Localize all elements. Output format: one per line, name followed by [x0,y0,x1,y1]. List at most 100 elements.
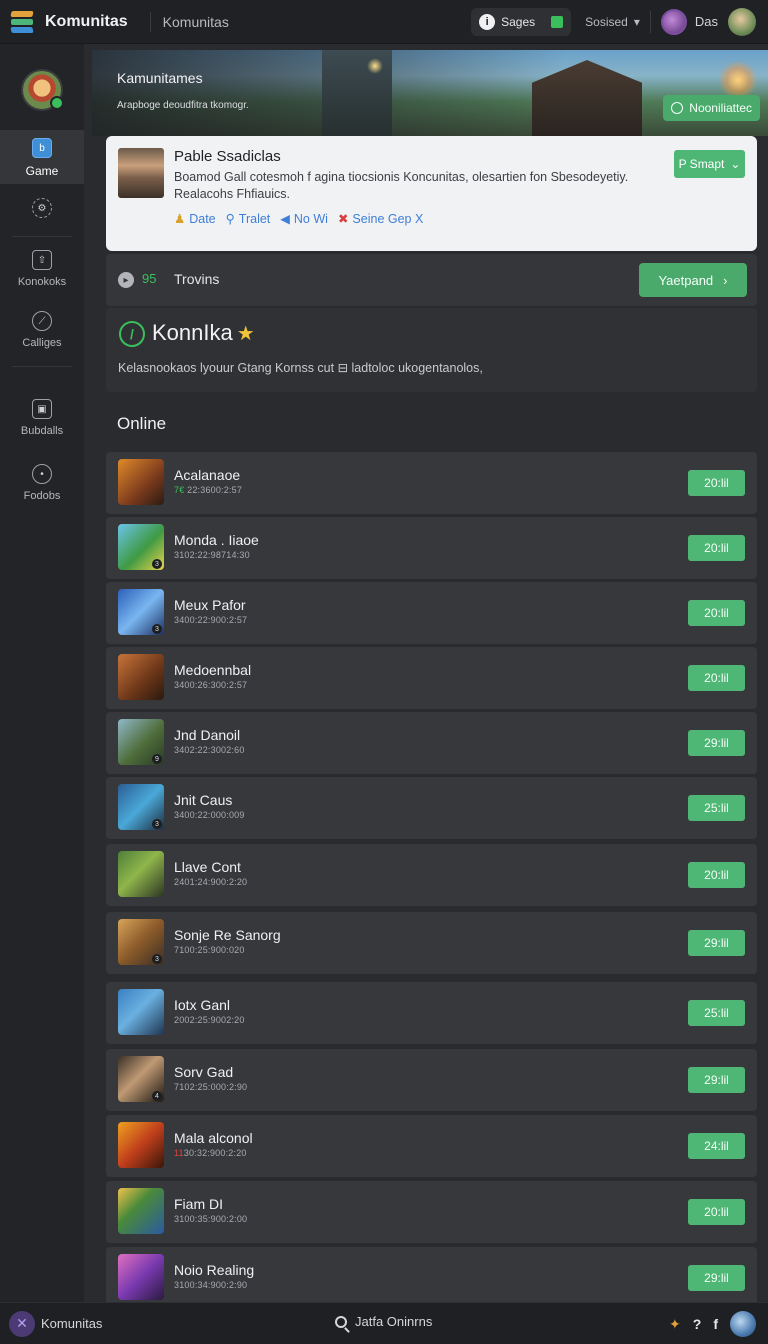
user-avatar[interactable] [660,8,687,35]
game-thumbnail [118,989,164,1035]
trovins-count: 95 [142,271,157,286]
card-link-nowi[interactable]: ◀ No Wi [280,211,328,227]
game-thumbnail [118,654,164,700]
sidebar-item-calliges[interactable]: ⟋ Calliges [0,311,84,349]
circle-icon [671,102,684,114]
list-item[interactable]: Medoennbal 3400:26:300:2:57 20:lil [106,647,757,709]
list-item[interactable]: Noio Realing 3100:34:900:2:90 29:lil [106,1247,757,1302]
bottom-title[interactable]: Komunitas [41,1316,102,1331]
konnika-title-text: KonnIka [152,320,233,345]
check-circle-icon: / [119,321,145,347]
star-icon: ★ [236,323,255,345]
game-thumbnail [118,1122,164,1168]
divider [12,366,72,367]
list-item-button[interactable]: 20:lil [688,470,745,496]
help-icon[interactable]: ? [693,1316,702,1332]
facebook-icon[interactable]: f [713,1316,718,1332]
link-label: Date [189,211,216,226]
list-item-meta: 3402:22:3002:60 [174,745,245,755]
list-item-button[interactable]: 20:lil [688,535,745,561]
list-item[interactable]: Iotx Ganl 2002:25:9002:20 25:lil [106,982,757,1044]
upload-icon: ⇧ [32,250,52,270]
compass-icon: ⟋ [32,311,52,331]
list-item-button[interactable]: 20:lil [688,665,745,691]
list-item[interactable]: Fiam DI 3100:35:900:2:00 20:lil [106,1181,757,1243]
list-item-meta: 3102:22:98714:30 [174,550,250,560]
list-item[interactable]: Acalanaoe 7€ 22:3600:2:57 20:lil [106,452,757,514]
bottom-avatar[interactable] [730,1311,756,1337]
list-item[interactable]: 3 Sonje Re Sanorg 7100:25:900:020 29:lil [106,912,757,974]
card-link-date[interactable]: ♟ Date [174,211,216,227]
card-dropdown-button[interactable]: P Smapt ⌄ [674,150,745,178]
chevron-right-icon: › [723,272,728,288]
sages-label: Sages [501,14,536,29]
link-label: Seine Gep X [352,211,424,226]
sidebar-item-konokoks[interactable]: ⇧ Konokoks [0,250,84,288]
sidebar-item-settings[interactable]: ⚙ [0,198,84,218]
list-item-meta: 2002:25:9002:20 [174,1015,245,1025]
konnika-panel: / KonnIka ★ Kelasnookaos lyouur Gtang Kor… [106,308,757,392]
list-item[interactable]: 3 Jnit Caus 3400:22:000:009 25:lil [106,777,757,839]
list-item-button[interactable]: 24:lil [688,1133,745,1159]
divider [149,11,151,32]
card-link-seine[interactable]: ✖ Seine Gep X [338,211,424,227]
app-logo-icon[interactable] [10,10,34,33]
list-item-name: Fiam DI [174,1196,223,1212]
list-item[interactable]: 3 Meux Pafor 3400:22:900:2:57 20:lil [106,582,757,644]
sidebar-item-bubdalls[interactable]: ▣ Bubdalls [0,399,84,437]
expand-button[interactable]: Yaetpand › [639,263,747,297]
username[interactable]: Das [695,14,718,29]
community-logo-icon[interactable]: ✕ [9,1310,35,1337]
brand-name[interactable]: Komunitas [45,13,128,31]
sages-pill[interactable]: i Sages [471,7,572,36]
divider [12,236,72,237]
list-item-name: Jnit Caus [174,792,233,808]
gift-icon[interactable]: ✦ [669,1316,681,1333]
list-item-button[interactable]: 29:lil [688,930,745,956]
hero-action-button[interactable]: Nooniliattec [663,95,760,121]
list-item[interactable]: Mala alconol 1130:32:900:2:20 24:lil [106,1115,757,1177]
sidebar-item-label: Calliges [22,337,62,349]
sidebar-item-fodobs[interactable]: • Fodobs [0,464,84,502]
hero-title: Kamunitames [117,70,203,86]
sidebar-item-label: Fodobs [23,490,61,502]
list-item-name: Acalanaoe [174,467,241,483]
sosised-dropdown[interactable]: Sosised ▾ [585,15,640,29]
status-square-icon [551,15,564,28]
dropdown-label: Sosised [585,14,628,29]
bottom-bar: ✕ Komunitas Jatfa Oninrns ✦ ? f [0,1302,768,1344]
list-item-button[interactable]: 20:lil [688,862,745,888]
card-links: ♟ Date ⚲ Tralet ◀ No Wi ✖ Seine Gep X [174,211,424,227]
list-item[interactable]: 4 Sorv Gad 7102:25:000:2:90 29:lil [106,1049,757,1111]
list-item-button[interactable]: 25:lil [688,795,745,821]
count-badge: 3 [152,624,162,634]
sidebar-item-label: Konokoks [17,276,67,288]
list-item[interactable]: Llave Cont 2401:24:900:2:20 20:lil [106,844,757,906]
list-item-meta: 7102:25:000:2:90 [174,1082,248,1092]
list-item-name: Sorv Gad [174,1064,234,1080]
list-item-name: Noio Realing [174,1262,255,1278]
list-item-button[interactable]: 25:lil [688,1000,745,1026]
list-item-name: Medoennbal [174,662,252,678]
konnika-title: KonnIka ★ [152,320,255,346]
list-item-button[interactable]: 29:lil [688,1265,745,1291]
profile-avatar[interactable] [728,7,756,36]
list-item-button[interactable]: 29:lil [688,1067,745,1093]
bottom-search[interactable]: Jatfa Oninrns [335,1314,432,1329]
list-item[interactable]: 9 Jnd Danoil 3402:22:3002:60 29:lil [106,712,757,774]
sidebar-item-game[interactable]: b Game [0,130,84,184]
list-item-button[interactable]: 20:lil [688,600,745,626]
person-icon: ♟ [174,212,186,226]
hero-subtitle: Arapboge deoudfitra tkomogr. [117,100,249,111]
list-item-meta: 3400:26:300:2:57 [174,680,248,690]
card-avatar [118,148,164,198]
list-item[interactable]: 3 Monda . Iiaoe 3102:22:98714:30 20:lil [106,517,757,579]
card-text: Boamod Gall cotesmoh f agina tiocsionis … [174,170,629,201]
list-item-button[interactable]: 20:lil [688,1199,745,1225]
sidebar-avatar[interactable] [21,69,64,111]
list-item-button[interactable]: 29:lil [688,730,745,756]
list-item-meta: 3100:35:900:2:00 [174,1214,248,1224]
card-link-tralet[interactable]: ⚲ Tralet [226,211,271,227]
top-bar: Komunitas Komunitas i Sages Sosised ▾ Da… [0,0,768,44]
breadcrumb[interactable]: Komunitas [163,14,229,30]
